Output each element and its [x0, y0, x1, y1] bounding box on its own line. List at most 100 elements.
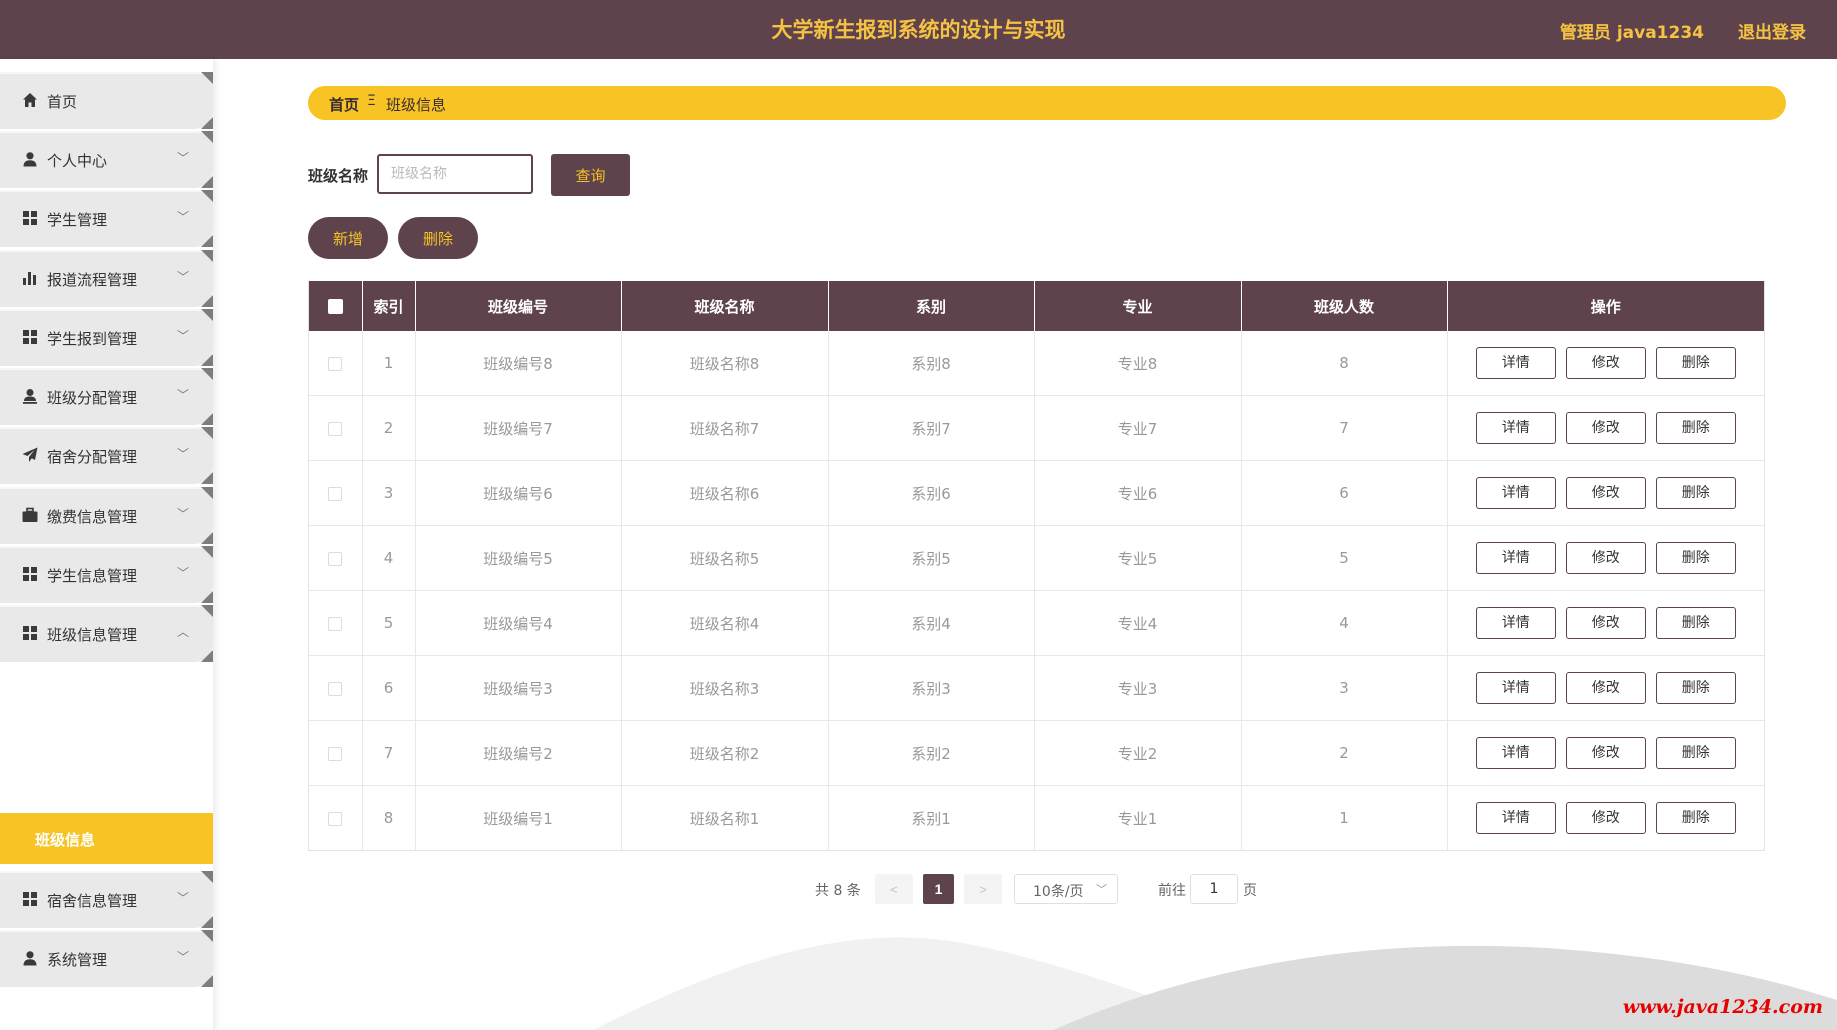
- cell-index: 2: [362, 395, 416, 461]
- table-row: 5 班级编号4 班级名称4 系别4 专业4 4 详情 修改 删除: [309, 590, 1764, 656]
- table-row: 6 班级编号3 班级名称3 系别3 专业3 3 详情 修改 删除: [309, 655, 1764, 721]
- cell-count: 2: [1241, 720, 1448, 786]
- cell-major: 专业3: [1034, 655, 1242, 721]
- cell-dept: 系别4: [828, 590, 1035, 656]
- cell-dept: 系别3: [828, 655, 1035, 721]
- sidebar-item-label: 缴费信息管理: [47, 508, 138, 526]
- page-size-select[interactable]: 10条/页 ﹀: [1014, 874, 1118, 904]
- sidebar-item-8[interactable]: 缴费信息管理 ﹀: [0, 487, 213, 544]
- breadcrumb-home[interactable]: 首页: [329, 94, 359, 115]
- row-select-cell[interactable]: [309, 460, 363, 526]
- row-checkbox[interactable]: [328, 421, 343, 436]
- pagination: 共 8 条 < 1 > 10条/页 ﹀ 前往 页: [0, 874, 1837, 904]
- row-select-cell[interactable]: [309, 720, 363, 786]
- class-name-search-input[interactable]: [377, 154, 533, 194]
- chevron-down-icon: ﹀: [176, 210, 189, 224]
- edit-button[interactable]: 修改: [1565, 542, 1646, 574]
- edit-button[interactable]: 修改: [1565, 802, 1646, 834]
- page-number-button[interactable]: 1: [923, 874, 954, 904]
- sidebar-subitem-class-info[interactable]: 班级信息: [0, 813, 213, 864]
- cell-actions: 详情 修改 删除: [1447, 331, 1764, 396]
- delete-button[interactable]: 删除: [1655, 607, 1736, 639]
- sidebar-item-5[interactable]: 学生报到管理 ﹀: [0, 309, 213, 366]
- edit-button[interactable]: 修改: [1565, 477, 1646, 509]
- cell-dept: 系别1: [828, 785, 1035, 850]
- row-select-cell[interactable]: [309, 785, 363, 850]
- cell-actions: 详情 修改 删除: [1447, 395, 1764, 461]
- sidebar-item-1[interactable]: 首页: [0, 72, 213, 129]
- row-select-cell[interactable]: [309, 590, 363, 656]
- sidebar-item-label: 学生信息管理: [47, 567, 138, 585]
- user-icon: [22, 950, 38, 966]
- delete-button[interactable]: 删除: [1655, 412, 1736, 444]
- detail-button[interactable]: 详情: [1475, 737, 1556, 769]
- cell-count: 6: [1241, 460, 1448, 526]
- row-checkbox[interactable]: [328, 616, 343, 631]
- sidebar-item-10[interactable]: 班级信息管理 ︿: [0, 605, 213, 662]
- edit-button[interactable]: 修改: [1565, 347, 1646, 379]
- detail-button[interactable]: 详情: [1475, 672, 1556, 704]
- cell-class-code: 班级编号4: [415, 590, 622, 656]
- select-all-checkbox[interactable]: [327, 299, 343, 314]
- sidebar-item-label: 学生管理: [47, 211, 108, 229]
- sidebar-item-label: 学生报到管理: [47, 330, 138, 348]
- current-user: 管理员 java1234: [1559, 23, 1704, 43]
- cell-class-name: 班级名称3: [621, 655, 829, 721]
- detail-button[interactable]: 详情: [1475, 607, 1556, 639]
- row-checkbox[interactable]: [328, 356, 343, 371]
- logout-link[interactable]: 退出登录: [1738, 18, 1806, 43]
- query-button[interactable]: 查询: [551, 154, 630, 196]
- delete-button[interactable]: 删除: [1655, 347, 1736, 379]
- page-size-value: 10条/页: [1033, 884, 1084, 900]
- cell-actions: 详情 修改 删除: [1447, 655, 1764, 721]
- row-select-cell[interactable]: [309, 395, 363, 461]
- cell-class-name: 班级名称2: [621, 720, 829, 786]
- row-select-cell[interactable]: [309, 655, 363, 721]
- edit-button[interactable]: 修改: [1565, 672, 1646, 704]
- goto-page-input[interactable]: [1190, 874, 1238, 904]
- delete-button[interactable]: 删除: [1655, 477, 1736, 509]
- row-checkbox[interactable]: [328, 811, 343, 826]
- delete-button[interactable]: 删除: [1655, 542, 1736, 574]
- cell-actions: 详情 修改 删除: [1447, 720, 1764, 786]
- add-button[interactable]: 新增: [308, 217, 388, 259]
- detail-button[interactable]: 详情: [1475, 412, 1556, 444]
- cell-actions: 详情 修改 删除: [1447, 525, 1764, 591]
- sidebar-item-6[interactable]: 班级分配管理 ﹀: [0, 368, 213, 425]
- row-select-cell[interactable]: [309, 525, 363, 591]
- edit-button[interactable]: 修改: [1565, 607, 1646, 639]
- row-checkbox[interactable]: [328, 681, 343, 696]
- row-select-cell[interactable]: [309, 331, 363, 396]
- detail-button[interactable]: 详情: [1475, 802, 1556, 834]
- sidebar-item-4[interactable]: 报道流程管理 ﹀: [0, 250, 213, 307]
- row-checkbox[interactable]: [328, 486, 343, 501]
- grid-icon: [22, 210, 38, 226]
- detail-button[interactable]: 详情: [1475, 347, 1556, 379]
- row-checkbox[interactable]: [328, 551, 343, 566]
- pagination-total: 共 8 条: [815, 883, 861, 899]
- delete-button[interactable]: 删除: [1655, 737, 1736, 769]
- sidebar-item-2[interactable]: 个人中心 ﹀: [0, 131, 213, 188]
- cell-major: 专业1: [1034, 785, 1242, 850]
- delete-button[interactable]: 删除: [1655, 672, 1736, 704]
- row-checkbox[interactable]: [328, 746, 343, 761]
- cell-class-code: 班级编号5: [415, 525, 622, 591]
- batch-delete-button[interactable]: 删除: [398, 217, 478, 259]
- next-page-button[interactable]: >: [964, 874, 1002, 904]
- background-wave-decoration: [593, 937, 1837, 1030]
- detail-button[interactable]: 详情: [1475, 477, 1556, 509]
- sidebar-item-3[interactable]: 学生管理 ﹀: [0, 190, 213, 247]
- edit-button[interactable]: 修改: [1565, 737, 1646, 769]
- detail-button[interactable]: 详情: [1475, 542, 1556, 574]
- select-all-header[interactable]: [309, 281, 363, 331]
- chevron-down-icon: ﹀: [176, 329, 189, 343]
- cell-major: 专业7: [1034, 395, 1242, 461]
- sidebar-item-9[interactable]: 学生信息管理 ﹀: [0, 546, 213, 603]
- edit-button[interactable]: 修改: [1565, 412, 1646, 444]
- sidebar-item-7[interactable]: 宿舍分配管理 ﹀: [0, 427, 213, 484]
- prev-page-button[interactable]: <: [875, 874, 913, 904]
- cell-index: 1: [362, 331, 416, 396]
- sidebar-item-12[interactable]: 系统管理 ﹀: [0, 930, 213, 987]
- delete-button[interactable]: 删除: [1655, 802, 1736, 834]
- grid-icon: [22, 566, 38, 582]
